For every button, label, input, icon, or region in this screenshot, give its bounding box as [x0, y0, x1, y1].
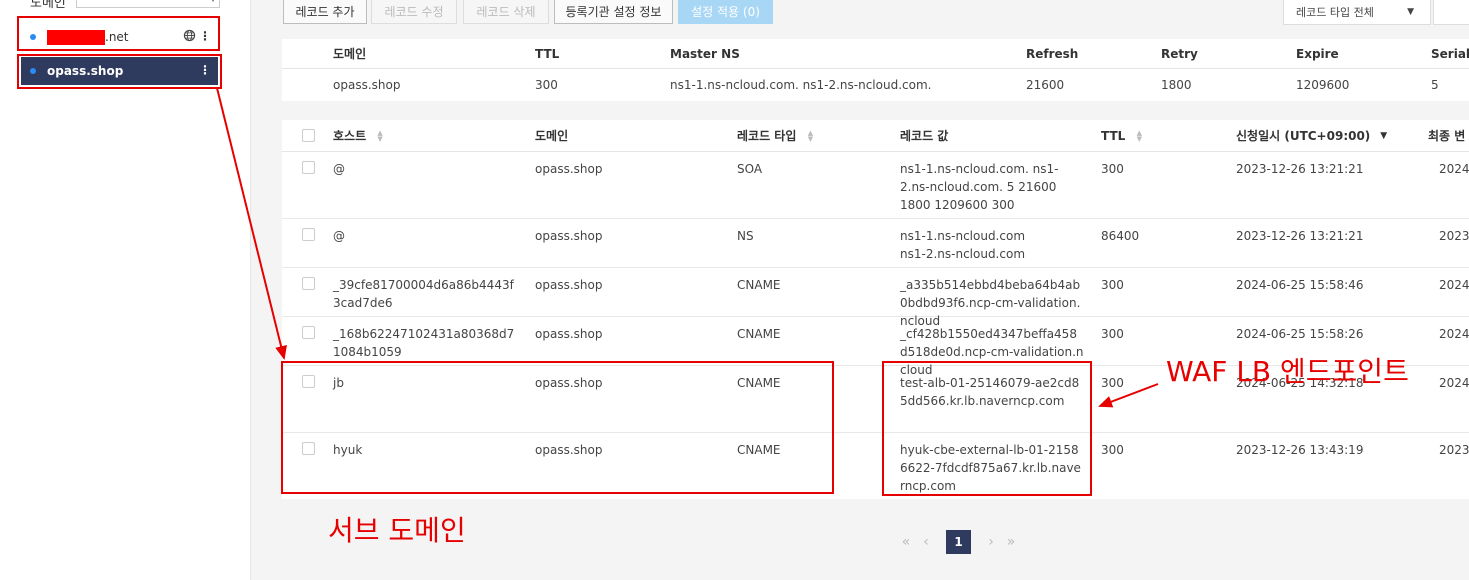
cell-value: ns1-1.ns-ncloud.com. ns1-2.ns-ncloud.com…: [900, 162, 1059, 212]
table-row[interactable]: @ opass.shop NS ns1-1.ns-ncloud.com ns1-…: [282, 219, 1469, 268]
record-type-select[interactable]: 레코드 타입 전체 ▼: [1283, 0, 1431, 25]
caret-down-icon: ▼: [1407, 7, 1414, 17]
soa-header-refresh: Refresh: [1026, 46, 1079, 61]
cell-date: 2023-12-26 13:21:21: [1236, 229, 1364, 243]
row-checkbox[interactable]: [302, 228, 315, 241]
cell-last-modified: 2024-: [1439, 278, 1469, 292]
row-checkbox[interactable]: [302, 326, 315, 339]
cell-domain: opass.shop: [535, 278, 603, 292]
domain-label: 도메인: [30, 0, 66, 11]
header-record-value: 레코드 값: [900, 129, 949, 143]
header-ttl[interactable]: TTL ▲ ▼: [1101, 120, 1143, 151]
cell-type: NS: [737, 229, 754, 243]
soa-header-master-ns: Master NS: [670, 46, 740, 61]
registrar-info-button[interactable]: 등록기관 설정 정보: [554, 0, 673, 24]
sort-icon: ▲ ▼: [377, 128, 383, 143]
cell-last-modified: 2024-: [1439, 376, 1469, 390]
domain-search-select[interactable]: ▾: [76, 0, 220, 8]
cell-date: 2024-06-25 15:58:46: [1236, 278, 1364, 292]
cell-last-modified: 2024-: [1439, 327, 1469, 341]
select-all-checkbox[interactable]: [302, 129, 315, 142]
row-checkbox[interactable]: [302, 161, 315, 174]
sort-desc-icon: ▼: [1380, 130, 1388, 141]
search-input[interactable]: [1433, 0, 1469, 25]
soa-retry: 1800: [1161, 77, 1192, 92]
soa-header-expire: Expire: [1296, 46, 1339, 61]
cell-type: CNAME: [737, 278, 781, 292]
highlight-box: [281, 361, 834, 494]
cell-last-modified: 2024-: [1439, 162, 1469, 176]
cell-host: _168b62247102431a80368d71084b1059: [333, 327, 515, 359]
cell-type: CNAME: [737, 327, 781, 341]
cell-date: 2023-12-26 13:21:21: [1236, 162, 1364, 176]
row-checkbox[interactable]: [302, 277, 315, 290]
cell-ttl: 300: [1101, 376, 1124, 390]
cell-host: _39cfe81700004d6a86b4443f3cad7de6: [333, 278, 514, 310]
header-date[interactable]: 신청일시 (UTC+09:00) ▼: [1236, 120, 1387, 151]
header-domain: 도메인: [535, 129, 569, 143]
cell-last-modified: 2023-: [1439, 229, 1469, 243]
edit-record-button[interactable]: 레코드 수정: [371, 0, 457, 24]
apply-settings-button[interactable]: 설정 적용 (0): [678, 0, 773, 24]
soa-master-ns: ns1-1.ns-ncloud.com. ns1-2.ns-ncloud.com…: [670, 77, 932, 92]
cell-host: @: [333, 229, 345, 243]
cell-domain: opass.shop: [535, 327, 603, 341]
soa-header-domain: 도메인: [333, 47, 367, 61]
cell-ttl: 300: [1101, 278, 1124, 292]
soa-data-row: opass.shop 300 ns1-1.ns-ncloud.com. ns1-…: [282, 69, 1469, 100]
cell-host: @: [333, 162, 345, 176]
soa-header-row: 도메인 TTL Master NS Refresh Retry Expire S…: [282, 39, 1469, 69]
subdomain-annotation: 서브 도메인: [328, 514, 466, 547]
sort-icon: ▲ ▼: [1136, 128, 1142, 143]
cell-domain: opass.shop: [535, 162, 603, 176]
soa-expire: 1209600: [1296, 77, 1350, 92]
cell-last-modified: 2023-: [1439, 443, 1469, 457]
soa-table: 도메인 TTL Master NS Refresh Retry Expire S…: [282, 39, 1469, 101]
last-page-icon[interactable]: »: [1001, 534, 1021, 550]
soa-header-serial: Serial: [1431, 46, 1469, 61]
cell-type: SOA: [737, 162, 763, 176]
highlight-box: [17, 54, 222, 89]
cell-ttl: 300: [1101, 162, 1124, 176]
next-page-icon[interactable]: ›: [981, 534, 1001, 550]
table-row[interactable]: @ opass.shop SOA ns1-1.ns-ncloud.com. ns…: [282, 152, 1469, 219]
sort-icon: ▲ ▼: [807, 128, 814, 143]
cell-value: ns1-1.ns-ncloud.com ns1-2.ns-ncloud.com: [900, 229, 1026, 261]
cell-date: 2023-12-26 13:43:19: [1236, 443, 1364, 457]
header-host[interactable]: 호스트 ▲ ▼: [333, 120, 384, 151]
soa-serial: 5: [1431, 77, 1439, 92]
table-row[interactable]: _39cfe81700004d6a86b4443f3cad7de6 opass.…: [282, 268, 1469, 328]
delete-record-button[interactable]: 레코드 삭제: [463, 0, 549, 24]
first-page-icon[interactable]: «: [896, 534, 916, 550]
soa-header-retry: Retry: [1161, 46, 1198, 61]
header-record-type[interactable]: 레코드 타입 ▲ ▼: [737, 120, 814, 151]
add-record-button[interactable]: 레코드 추가: [283, 0, 367, 24]
soa-header-ttl: TTL: [535, 46, 560, 61]
pagination: « ‹ 1 › »: [896, 530, 1021, 554]
waf-annotation: WAF LB 엔드포인트: [1166, 355, 1409, 388]
current-page[interactable]: 1: [946, 530, 971, 554]
cell-ttl: 300: [1101, 443, 1124, 457]
highlight-box: [882, 361, 1092, 496]
soa-domain: opass.shop: [333, 77, 401, 92]
soa-refresh: 21600: [1026, 77, 1065, 92]
cell-ttl: 300: [1101, 327, 1124, 341]
soa-ttl: 300: [535, 77, 558, 92]
chevron-down-icon: ▾: [211, 0, 215, 4]
header-last-modified: 최종 변: [1428, 129, 1466, 143]
prev-page-icon[interactable]: ‹: [916, 534, 936, 550]
cell-date: 2024-06-25 15:58:26: [1236, 327, 1364, 341]
highlight-box: [17, 16, 220, 51]
cell-ttl: 86400: [1101, 229, 1140, 243]
records-header-row: 호스트 ▲ ▼ 도메인 레코드 타입 ▲ ▼ 레코드 값 TTL ▲ ▼ 신청일시 (UTC…: [282, 120, 1469, 152]
cell-domain: opass.shop: [535, 229, 603, 243]
